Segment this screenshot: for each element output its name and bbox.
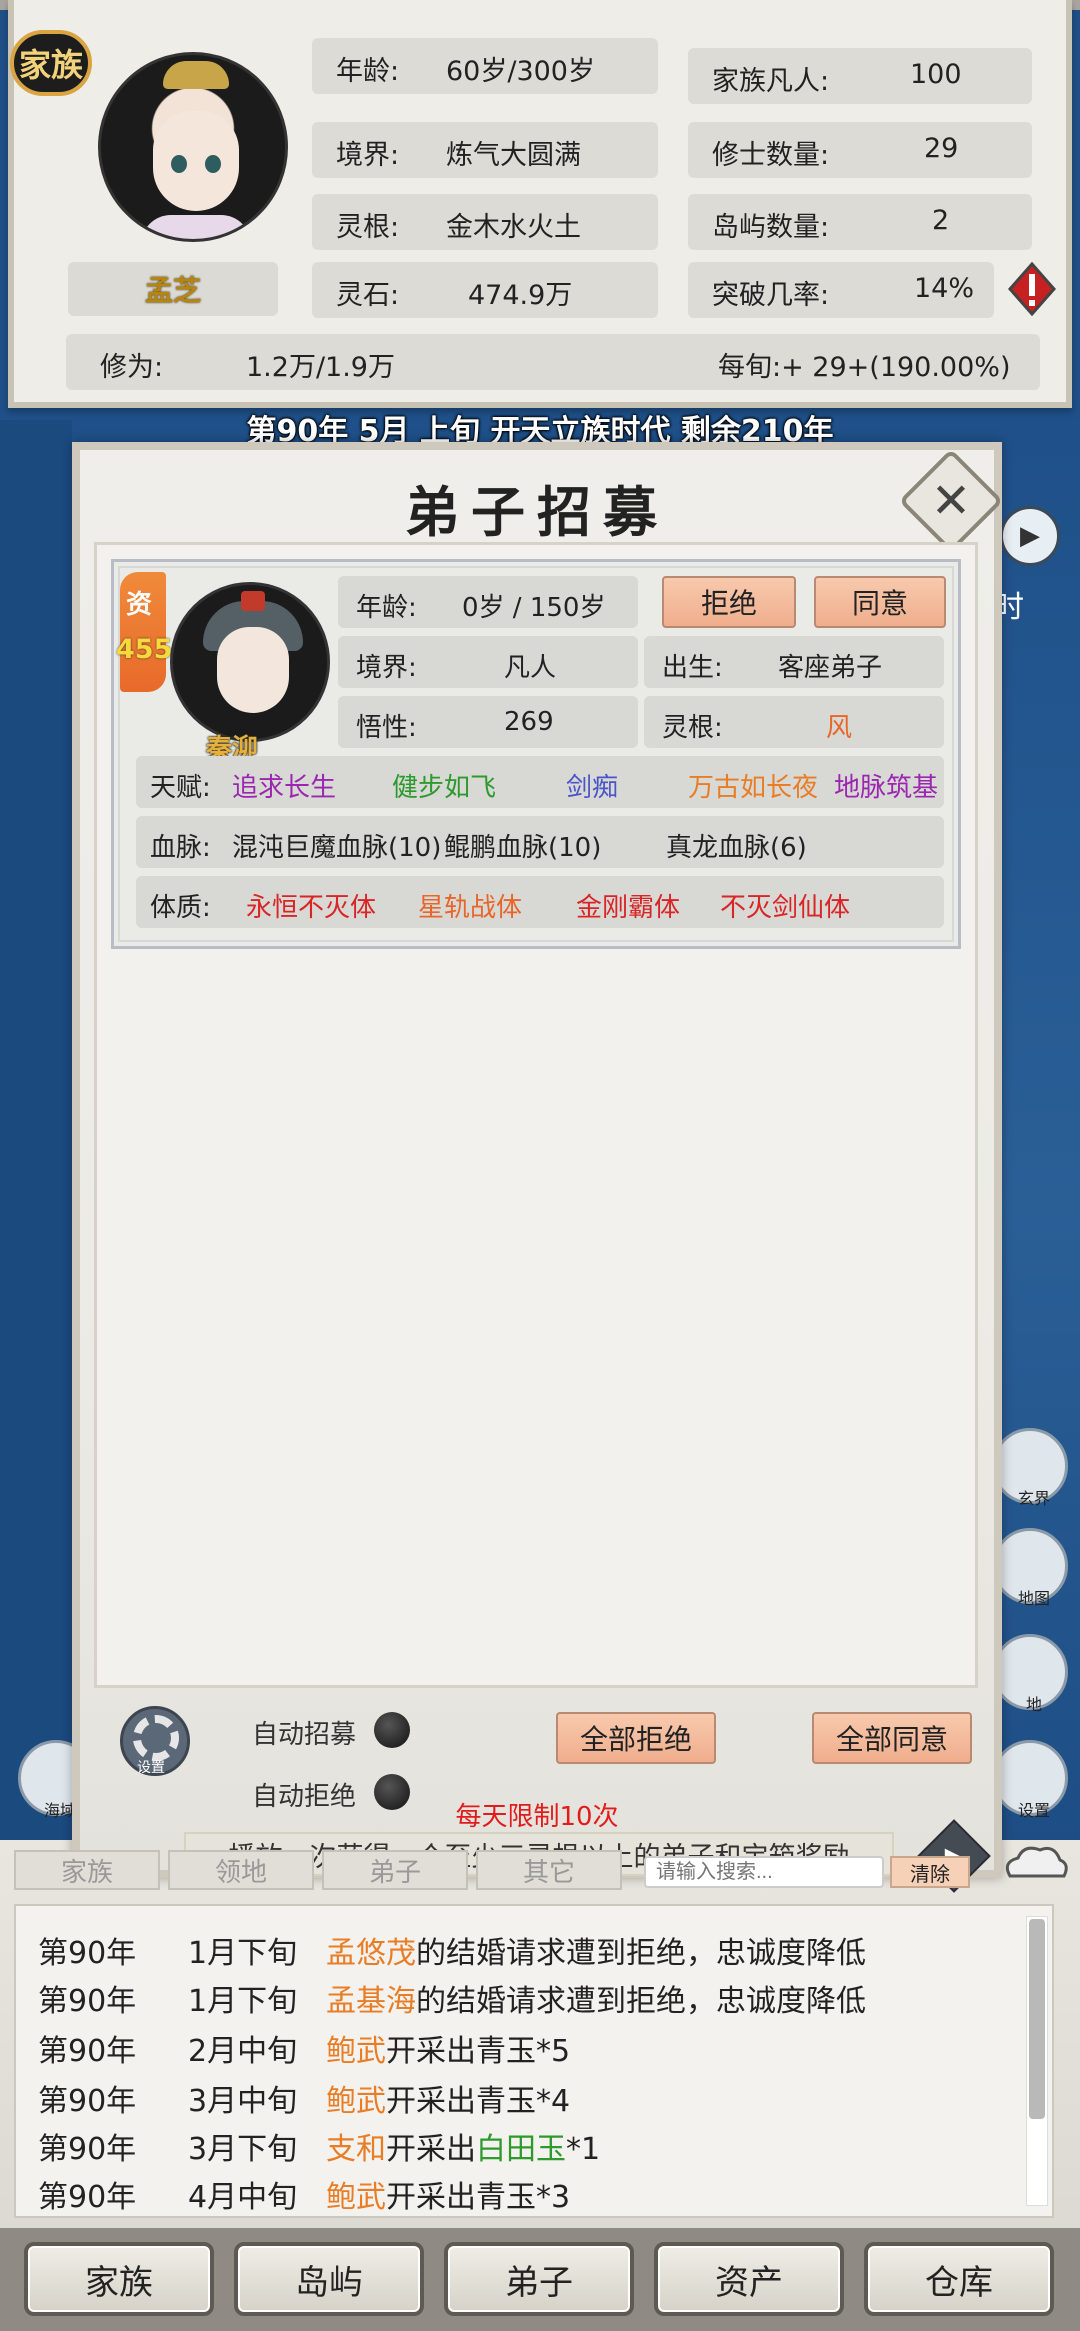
bottom-nav: 家族 岛屿 弟子 资产 仓库 [0, 2228, 1080, 2331]
nav-assets[interactable]: 资产 [654, 2242, 844, 2316]
cultivation-bar: 修为: 1.2万/1.9万 每旬:+ 29+(190.00%) [66, 334, 1040, 390]
warning-icon[interactable] [1008, 262, 1056, 316]
candidate-age: 年龄: 0岁 / 150岁 [338, 576, 638, 628]
bloodline-row: 血脉: 混沌巨魔血脉(10) 鲲鹏血脉(10) 真龙血脉(6) [136, 816, 944, 868]
log-entry: 第90年 4月中旬 鲍武开采出青玉*3 [38, 2180, 571, 2215]
bloodline-tag: 混沌巨魔血脉(10) [232, 833, 442, 863]
event-log: 第90年 1月下旬 孟悠茂的结婚请求遭到拒绝，忠诚度降低 第90年 1月下旬 孟基海的结… [14, 1904, 1054, 2218]
tab-disciples[interactable]: 弟子 [322, 1850, 468, 1890]
stat-spirit-root: 灵根: 金木水火土 [312, 194, 658, 250]
talent-tag: 万古如长夜 [688, 773, 819, 803]
leader-avatar[interactable] [98, 52, 288, 242]
physique-tag: 金刚霸体 [576, 893, 681, 923]
log-entry: 第90年 1月下旬 孟悠茂的结婚请求遭到拒绝，忠诚度降低 [38, 1936, 866, 1971]
nav-clan[interactable]: 家族 [24, 2242, 214, 2316]
sea-left-strip [0, 420, 72, 1840]
gear-icon [133, 1715, 179, 1761]
accept-all-button[interactable]: 全部同意 [812, 1712, 972, 1764]
nav-islands[interactable]: 岛屿 [234, 2242, 424, 2316]
aptitude-badge: 资 455 [116, 572, 172, 692]
talent-tag: 追求长生 [232, 773, 337, 803]
physique-tag: 不灭剑仙体 [720, 893, 851, 923]
map-pin-icon[interactable]: 地图 [992, 1528, 1068, 1608]
gear-icon[interactable]: 设置 [992, 1740, 1068, 1820]
auto-recruit-toggle[interactable] [374, 1712, 410, 1748]
physique-row: 体质: 永恒不灭体 星轨战体 金刚霸体 不灭剑仙体 [136, 876, 944, 928]
daily-limit-text: 每天限制10次 [455, 1802, 619, 1832]
candidate-comprehension: 悟性: 269 [338, 696, 638, 748]
stat-realm: 境界: 炼气大圆满 [312, 122, 658, 178]
stat-age: 年龄: 60岁/300岁 [312, 38, 658, 94]
tab-other[interactable]: 其它 [476, 1850, 622, 1890]
nav-warehouse[interactable]: 仓库 [864, 2242, 1054, 2316]
talents-row: 天赋: 追求长生 健步如飞 剑痴 万古如长夜 地脉筑基 [136, 756, 944, 808]
candidate-avatar[interactable] [170, 582, 330, 742]
auto-recruit-label: 自动招募 [252, 1720, 357, 1750]
play-icon[interactable]: ▶ [1000, 506, 1060, 566]
settings-button[interactable]: 设置 [120, 1706, 190, 1776]
candidate-origin: 出生: 客座弟子 [644, 636, 944, 688]
log-entry: 第90年 3月中旬 鲍武开采出青玉*4 [38, 2084, 571, 2119]
reject-all-button[interactable]: 全部拒绝 [556, 1712, 716, 1764]
log-entry: 第90年 3月下旬 支和开采出白田玉*1 [38, 2132, 601, 2167]
stat-breakthrough: 突破几率: 14% [688, 262, 994, 318]
cloud-icon [1005, 1846, 1068, 1878]
nav-disciples[interactable]: 弟子 [444, 2242, 634, 2316]
candidate-card: 资 455 秦泖 年龄: 0岁 / 150岁 拒绝 同意 境界: 凡人 出生: … [111, 559, 961, 949]
clan-badge[interactable]: 家族 [10, 30, 92, 96]
physique-tag: 永恒不灭体 [246, 893, 377, 923]
bloodline-tag: 鲲鹏血脉(10) [444, 833, 602, 863]
talent-tag: 健步如飞 [392, 773, 497, 803]
tab-clan[interactable]: 家族 [14, 1850, 160, 1890]
bloodline-tag: 真龙血脉(6) [666, 833, 807, 863]
log-search-input[interactable] [644, 1856, 884, 1888]
log-entry: 第90年 1月下旬 孟基海的结婚请求遭到拒绝，忠诚度降低 [38, 1984, 866, 2019]
close-icon: ✕ [930, 473, 972, 529]
accept-button[interactable]: 同意 [814, 576, 946, 628]
talent-tag: 剑痴 [566, 773, 619, 803]
stat-spirit-stones: 灵石: 474.9万 [312, 262, 658, 318]
log-scrollbar[interactable] [1026, 1916, 1048, 2206]
physique-tag: 星轨战体 [418, 893, 523, 923]
stat-cultivators: 修士数量: 29 [688, 122, 1032, 178]
realm-icon[interactable]: 玄界 [992, 1428, 1068, 1508]
candidate-spirit-root: 灵根: 风 [644, 696, 944, 748]
candidate-realm: 境界: 凡人 [338, 636, 638, 688]
dialog-title: 弟子招募 [405, 480, 669, 544]
land-icon[interactable]: 地 [992, 1634, 1068, 1714]
talent-tag: 地脉筑基 [834, 773, 939, 803]
log-entry: 第90年 2月中旬 鲍武开采出青玉*5 [38, 2034, 571, 2069]
candidate-list: 资 455 秦泖 年龄: 0岁 / 150岁 拒绝 同意 境界: 凡人 出生: … [94, 542, 978, 1688]
stat-islands: 岛屿数量: 2 [688, 194, 1032, 250]
tab-territory[interactable]: 领地 [168, 1850, 314, 1890]
recruit-dialog: 弟子招募 ✕ 资 455 秦泖 年龄: 0岁 / 150岁 拒绝 同意 境界: … [72, 442, 1004, 1893]
stat-mortals: 家族凡人: 100 [688, 48, 1032, 104]
clear-button[interactable]: 清除 [890, 1856, 970, 1888]
clan-status-panel: 孟芝 年龄: 60岁/300岁 境界: 炼气大圆满 灵根: 金木水火土 灵石: … [8, 0, 1072, 408]
leader-name: 孟芝 [68, 262, 278, 316]
reject-button[interactable]: 拒绝 [662, 576, 796, 628]
